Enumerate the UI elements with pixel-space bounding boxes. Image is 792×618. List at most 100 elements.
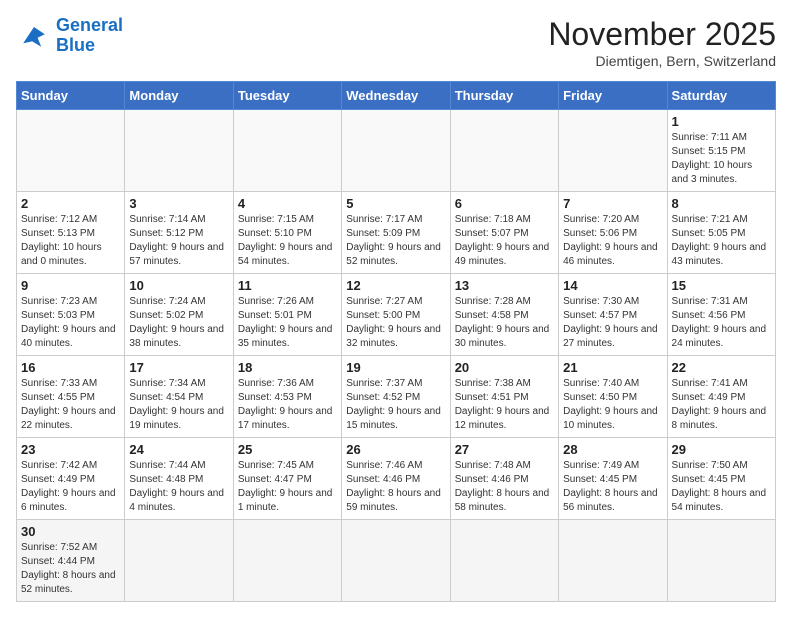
day-cell xyxy=(667,520,775,602)
day-cell: 4 Sunrise: 7:15 AM Sunset: 5:10 PM Daylig… xyxy=(233,192,341,274)
day-info: Sunrise: 7:40 AM Sunset: 4:50 PM Dayligh… xyxy=(563,377,662,433)
week-row-3: 16 Sunrise: 7:33 AM Sunset: 4:55 PM Dayli… xyxy=(17,356,776,438)
day-info: Sunrise: 7:37 AM Sunset: 4:52 PM Dayligh… xyxy=(346,377,445,433)
day-cell: 21 Sunrise: 7:40 AM Sunset: 4:50 PM Dayli… xyxy=(559,356,667,438)
day-cell xyxy=(559,520,667,602)
header-cell-thursday: Thursday xyxy=(450,82,558,110)
day-cell: 7 Sunrise: 7:20 AM Sunset: 5:06 PM Daylig… xyxy=(559,192,667,274)
header-cell-sunday: Sunday xyxy=(17,82,125,110)
day-info: Sunrise: 7:27 AM Sunset: 5:00 PM Dayligh… xyxy=(346,295,445,351)
day-cell: 16 Sunrise: 7:33 AM Sunset: 4:55 PM Dayli… xyxy=(17,356,125,438)
day-number: 21 xyxy=(563,360,662,375)
day-cell: 19 Sunrise: 7:37 AM Sunset: 4:52 PM Dayli… xyxy=(342,356,450,438)
header-cell-saturday: Saturday xyxy=(667,82,775,110)
day-info: Sunrise: 7:17 AM Sunset: 5:09 PM Dayligh… xyxy=(346,213,445,269)
day-info: Sunrise: 7:45 AM Sunset: 4:47 PM Dayligh… xyxy=(238,459,337,515)
day-cell: 17 Sunrise: 7:34 AM Sunset: 4:54 PM Dayli… xyxy=(125,356,233,438)
day-number: 17 xyxy=(129,360,228,375)
header-cell-tuesday: Tuesday xyxy=(233,82,341,110)
day-info: Sunrise: 7:41 AM Sunset: 4:49 PM Dayligh… xyxy=(672,377,771,433)
day-cell: 25 Sunrise: 7:45 AM Sunset: 4:47 PM Dayli… xyxy=(233,438,341,520)
day-number: 27 xyxy=(455,442,554,457)
day-number: 18 xyxy=(238,360,337,375)
day-cell xyxy=(342,110,450,192)
day-cell: 13Sunrise: 7:28 AM Sunset: 4:58 PM Dayli… xyxy=(450,274,558,356)
logo-line2: Blue xyxy=(56,35,95,55)
month-title: November 2025 xyxy=(548,16,776,53)
day-number: 24 xyxy=(129,442,228,457)
day-info: Sunrise: 7:42 AM Sunset: 4:49 PM Dayligh… xyxy=(21,459,120,515)
day-number: 14 xyxy=(563,278,662,293)
day-info: Sunrise: 7:28 AM Sunset: 4:58 PM Dayligh… xyxy=(455,295,554,351)
calendar-table: SundayMondayTuesdayWednesdayThursdayFrid… xyxy=(16,81,776,602)
logo-text: General Blue xyxy=(56,16,123,56)
day-cell: 26Sunrise: 7:46 AM Sunset: 4:46 PM Dayli… xyxy=(342,438,450,520)
day-info: Sunrise: 7:24 AM Sunset: 5:02 PM Dayligh… xyxy=(129,295,228,351)
day-number: 5 xyxy=(346,196,445,211)
day-cell: 20Sunrise: 7:38 AM Sunset: 4:51 PM Dayli… xyxy=(450,356,558,438)
day-info: Sunrise: 7:31 AM Sunset: 4:56 PM Dayligh… xyxy=(672,295,771,351)
day-number: 23 xyxy=(21,442,120,457)
day-cell: 6Sunrise: 7:18 AM Sunset: 5:07 PM Daylig… xyxy=(450,192,558,274)
day-number: 7 xyxy=(563,196,662,211)
day-cell xyxy=(450,110,558,192)
logo: General Blue xyxy=(16,16,123,56)
day-info: Sunrise: 7:34 AM Sunset: 4:54 PM Dayligh… xyxy=(129,377,228,433)
day-number: 20 xyxy=(455,360,554,375)
day-number: 25 xyxy=(238,442,337,457)
day-number: 15 xyxy=(672,278,771,293)
day-number: 10 xyxy=(129,278,228,293)
day-number: 3 xyxy=(129,196,228,211)
header-cell-monday: Monday xyxy=(125,82,233,110)
day-number: 16 xyxy=(21,360,120,375)
day-cell: 30Sunrise: 7:52 AM Sunset: 4:44 PM Dayli… xyxy=(17,520,125,602)
calendar-body: 1 Sunrise: 7:11 AM Sunset: 5:15 PM Daylig… xyxy=(17,110,776,602)
day-info: Sunrise: 7:49 AM Sunset: 4:45 PM Dayligh… xyxy=(563,459,662,515)
day-cell: 27 Sunrise: 7:48 AM Sunset: 4:46 PM Dayli… xyxy=(450,438,558,520)
day-info: Sunrise: 7:30 AM Sunset: 4:57 PM Dayligh… xyxy=(563,295,662,351)
day-number: 9 xyxy=(21,278,120,293)
calendar-title-area: November 2025 Diemtigen, Bern, Switzerla… xyxy=(548,16,776,69)
day-info: Sunrise: 7:23 AM Sunset: 5:03 PM Dayligh… xyxy=(21,295,120,351)
week-row-0: 1 Sunrise: 7:11 AM Sunset: 5:15 PM Daylig… xyxy=(17,110,776,192)
day-number: 29 xyxy=(672,442,771,457)
logo-line1: General xyxy=(56,15,123,35)
day-info: Sunrise: 7:52 AM Sunset: 4:44 PM Dayligh… xyxy=(21,541,120,597)
day-cell: 10 Sunrise: 7:24 AM Sunset: 5:02 PM Dayli… xyxy=(125,274,233,356)
page-header: General Blue November 2025 Diemtigen, Be… xyxy=(16,16,776,69)
day-number: 22 xyxy=(672,360,771,375)
day-cell xyxy=(450,520,558,602)
day-info: Sunrise: 7:33 AM Sunset: 4:55 PM Dayligh… xyxy=(21,377,120,433)
day-info: Sunrise: 7:11 AM Sunset: 5:15 PM Dayligh… xyxy=(672,131,771,187)
day-info: Sunrise: 7:15 AM Sunset: 5:10 PM Dayligh… xyxy=(238,213,337,269)
day-cell xyxy=(342,520,450,602)
day-cell: 1 Sunrise: 7:11 AM Sunset: 5:15 PM Daylig… xyxy=(667,110,775,192)
day-cell: 9 Sunrise: 7:23 AM Sunset: 5:03 PM Daylig… xyxy=(17,274,125,356)
day-info: Sunrise: 7:18 AM Sunset: 5:07 PM Dayligh… xyxy=(455,213,554,269)
day-info: Sunrise: 7:26 AM Sunset: 5:01 PM Dayligh… xyxy=(238,295,337,351)
day-cell xyxy=(17,110,125,192)
day-cell xyxy=(559,110,667,192)
day-cell xyxy=(125,520,233,602)
day-info: Sunrise: 7:20 AM Sunset: 5:06 PM Dayligh… xyxy=(563,213,662,269)
day-info: Sunrise: 7:48 AM Sunset: 4:46 PM Dayligh… xyxy=(455,459,554,515)
day-number: 4 xyxy=(238,196,337,211)
day-cell: 28 Sunrise: 7:49 AM Sunset: 4:45 PM Dayli… xyxy=(559,438,667,520)
day-info: Sunrise: 7:44 AM Sunset: 4:48 PM Dayligh… xyxy=(129,459,228,515)
day-info: Sunrise: 7:36 AM Sunset: 4:53 PM Dayligh… xyxy=(238,377,337,433)
location-subtitle: Diemtigen, Bern, Switzerland xyxy=(548,53,776,69)
day-cell: 14 Sunrise: 7:30 AM Sunset: 4:57 PM Dayli… xyxy=(559,274,667,356)
day-cell: 18 Sunrise: 7:36 AM Sunset: 4:53 PM Dayli… xyxy=(233,356,341,438)
week-row-2: 9 Sunrise: 7:23 AM Sunset: 5:03 PM Daylig… xyxy=(17,274,776,356)
day-number: 1 xyxy=(672,114,771,129)
day-number: 19 xyxy=(346,360,445,375)
day-number: 28 xyxy=(563,442,662,457)
day-cell: 12Sunrise: 7:27 AM Sunset: 5:00 PM Dayli… xyxy=(342,274,450,356)
week-row-1: 2Sunrise: 7:12 AM Sunset: 5:13 PM Daylig… xyxy=(17,192,776,274)
day-cell: 3Sunrise: 7:14 AM Sunset: 5:12 PM Daylig… xyxy=(125,192,233,274)
header-cell-wednesday: Wednesday xyxy=(342,82,450,110)
day-cell: 23 Sunrise: 7:42 AM Sunset: 4:49 PM Dayli… xyxy=(17,438,125,520)
general-blue-logo-icon xyxy=(16,18,52,54)
week-row-5: 30Sunrise: 7:52 AM Sunset: 4:44 PM Dayli… xyxy=(17,520,776,602)
day-cell: 22 Sunrise: 7:41 AM Sunset: 4:49 PM Dayli… xyxy=(667,356,775,438)
